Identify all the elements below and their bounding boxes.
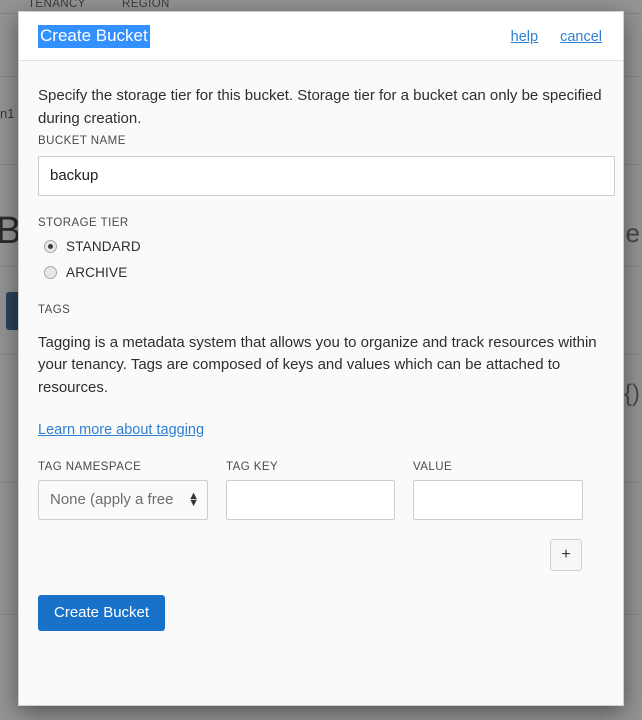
- cancel-link[interactable]: cancel: [560, 29, 602, 45]
- dialog-body: Specify the storage tier for this bucket…: [19, 61, 623, 705]
- tags-description: Tagging is a metadata system that allows…: [38, 333, 597, 397]
- radio-option-standard[interactable]: STANDARD: [38, 239, 604, 254]
- storage-tier-description: Specify the storage tier for this bucket…: [38, 87, 602, 127]
- dialog-header: Create Bucket help cancel: [19, 12, 623, 61]
- tag-namespace-label: TAG NAMESPACE: [38, 460, 142, 473]
- tag-namespace-selected-value: None (apply a free: [50, 491, 174, 509]
- learn-more-about-tagging-link[interactable]: Learn more about tagging: [38, 422, 204, 438]
- radio-archive-label: ARCHIVE: [66, 264, 128, 280]
- tag-value-label: VALUE: [413, 460, 453, 473]
- dialog-header-links: help cancel: [511, 29, 602, 45]
- dialog-title: Create Bucket: [38, 25, 150, 48]
- add-tag-row: +: [38, 538, 604, 571]
- tag-key-column: TAG KEY: [226, 461, 395, 520]
- tag-namespace-column: TAG NAMESPACE None (apply a free ▲ ▼: [38, 461, 208, 520]
- tag-value-input[interactable]: [413, 479, 583, 520]
- radio-standard-icon[interactable]: [44, 239, 57, 253]
- tag-namespace-select[interactable]: None (apply a free ▲ ▼: [38, 479, 208, 520]
- tag-entry-row: TAG NAMESPACE None (apply a free ▲ ▼ TAG …: [38, 461, 604, 520]
- create-bucket-submit-button[interactable]: Create Bucket: [38, 594, 166, 631]
- create-bucket-dialog: Create Bucket help cancel Specify the st…: [18, 11, 624, 706]
- help-link[interactable]: help: [511, 29, 538, 45]
- radio-option-archive[interactable]: ARCHIVE: [38, 265, 604, 280]
- chevron-up-down-icon: ▲ ▼: [188, 490, 199, 509]
- radio-archive-icon[interactable]: [44, 265, 57, 279]
- bucket-name-input[interactable]: [38, 155, 615, 196]
- bucket-name-label: BUCKET NAME: [38, 134, 126, 147]
- tag-key-input[interactable]: [226, 479, 395, 520]
- tag-value-column: VALUE: [413, 461, 583, 520]
- radio-standard-label: STANDARD: [66, 238, 141, 254]
- storage-tier-label: STORAGE TIER: [38, 216, 129, 229]
- add-tag-button[interactable]: +: [550, 538, 582, 571]
- tag-key-label: TAG KEY: [226, 460, 279, 473]
- tags-section-label: TAGS: [38, 303, 71, 316]
